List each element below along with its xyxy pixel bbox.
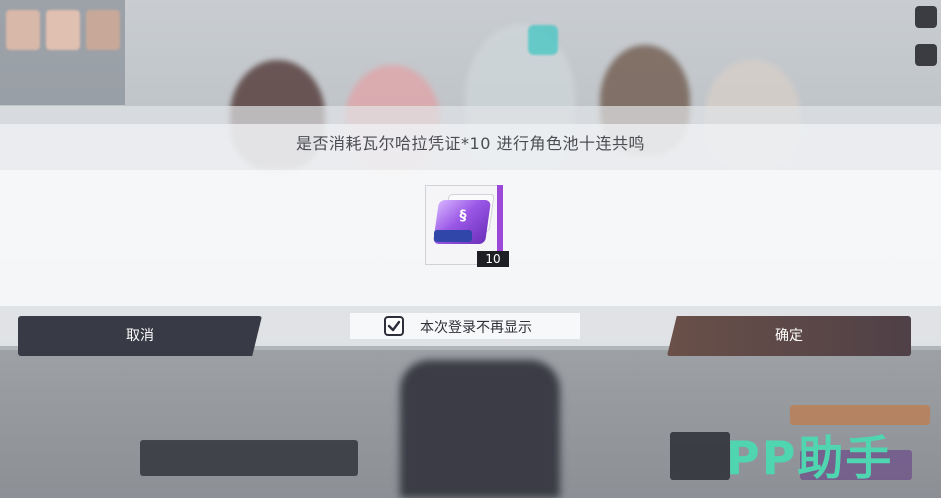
dialog-top-strip xyxy=(0,106,941,124)
voucher-base xyxy=(434,230,472,242)
character-hair-accessory xyxy=(528,25,558,55)
menu-icon xyxy=(915,6,937,28)
character-thumbnail xyxy=(86,10,120,50)
voucher-item-slot: § 10 xyxy=(425,185,509,267)
cancel-button[interactable]: 取消 xyxy=(18,316,262,356)
dont-show-again-row[interactable]: 本次登录不再显示 xyxy=(350,313,580,339)
checkmark-icon xyxy=(387,320,401,332)
confirm-button[interactable]: 确定 xyxy=(667,316,911,356)
dialog-message: 是否消耗瓦尔哈拉凭证*10 进行角色池十连共鸣 xyxy=(296,134,645,153)
dont-show-again-checkbox[interactable] xyxy=(384,316,404,336)
character-thumbnail xyxy=(46,10,80,50)
character-thumbnail-strip xyxy=(0,0,125,105)
voucher-logo-icon: § xyxy=(459,208,467,224)
pp-assistant-watermark: PP助手 xyxy=(726,431,894,485)
shop-icon xyxy=(915,44,937,66)
dont-show-again-label: 本次登录不再显示 xyxy=(420,320,532,336)
character-thumbnail xyxy=(6,10,40,50)
top-right-corner-icons xyxy=(911,0,941,80)
character-dress xyxy=(400,360,560,498)
background-text-field xyxy=(140,440,358,476)
background-dark-button xyxy=(670,432,730,480)
item-count-badge: 10 xyxy=(477,251,509,267)
